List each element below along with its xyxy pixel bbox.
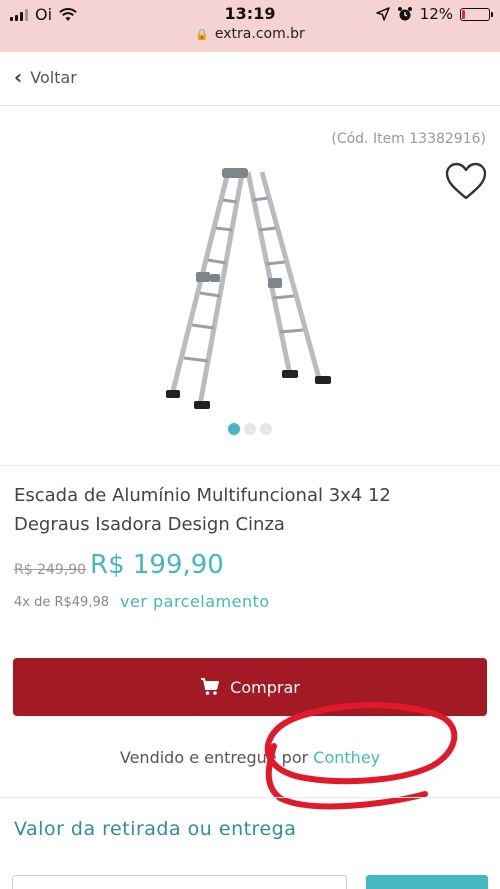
back-button[interactable]: ‹ Voltar [14,67,77,87]
seller-link[interactable]: Conthey [313,748,380,767]
battery-icon [460,7,493,21]
seller-info: Vendido e entregue por Conthey [0,748,500,767]
location-arrow-icon [375,7,390,21]
alarm-clock-icon [397,7,412,21]
url-bar[interactable]: 🔒 extra.com.br [0,26,500,42]
zipcode-input[interactable] [12,875,347,889]
calculate-button[interactable] [366,875,488,889]
status-bar: Oi 13:19 🔒 extra.com.br 12% [0,0,500,52]
heart-icon[interactable] [444,161,488,201]
buy-button[interactable]: Comprar [13,658,487,716]
product-code: (Cód. Item 13382916) [331,131,486,147]
carousel-dot[interactable] [228,423,240,435]
old-price: R$ 249,90 [14,562,87,578]
chevron-left-icon: ‹ [14,65,23,89]
carousel-dot[interactable] [260,423,272,435]
installments-text: 4x de R$49,98 [14,595,109,610]
carousel-dot[interactable] [244,423,256,435]
back-bar: ‹ Voltar [0,52,500,106]
status-right: 12% [375,5,493,23]
image-carousel-dots[interactable] [0,423,500,435]
url-text: extra.com.br [214,26,305,42]
delivery-section-title: Valor da retirada ou entrega [14,818,297,840]
buy-button-label: Comprar [230,677,300,697]
seller-prefix: Vendido e entregue por [119,748,309,767]
product-image[interactable] [160,160,340,415]
lock-icon: 🔒 [195,28,209,41]
battery-percent: 12% [419,5,453,23]
divider [0,797,500,798]
divider [0,465,500,466]
current-price: R$ 199,90 [90,550,224,580]
back-label: Voltar [30,67,77,87]
installments-link[interactable]: ver parcelamento [120,592,270,611]
cart-icon [201,678,220,695]
battery-level [462,9,466,19]
product-title: Escada de Alumínio Multifuncional 3x4 12… [14,485,391,535]
